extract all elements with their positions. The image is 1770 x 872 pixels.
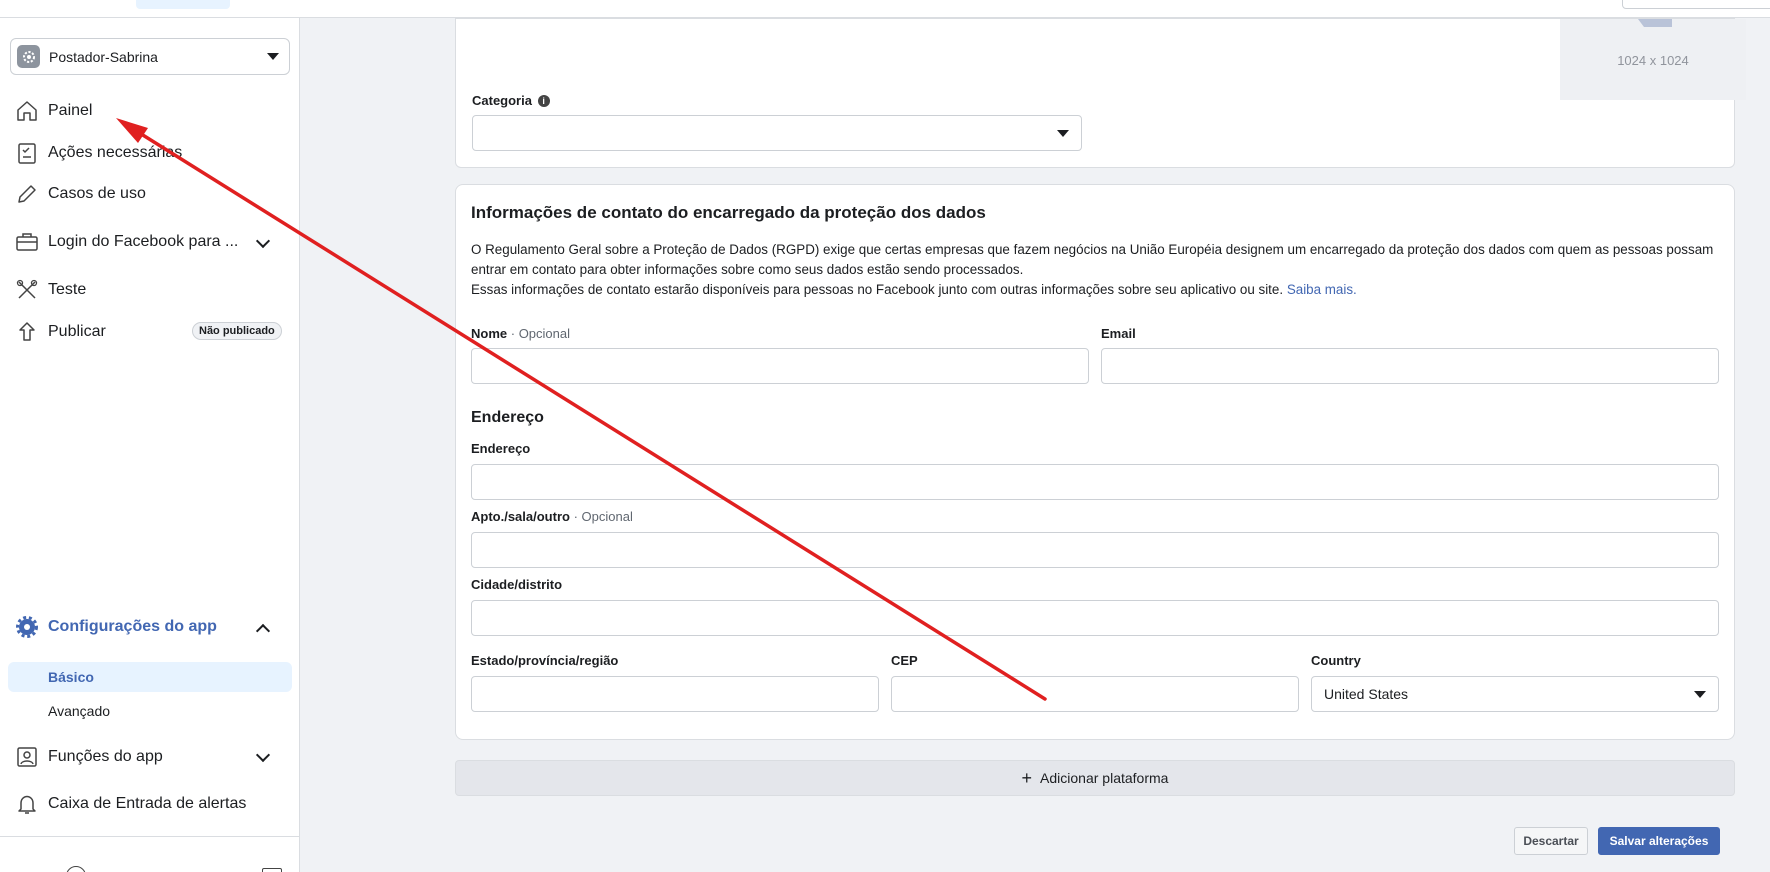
person-badge-icon <box>14 744 40 770</box>
section-description: O Regulamento Geral sobre a Proteção de … <box>471 242 1714 297</box>
app-icon-placeholder[interactable]: 1024 x 1024 <box>1560 19 1746 100</box>
gear-icon <box>14 614 40 640</box>
sidebar-item-label: Configurações do app <box>48 618 217 635</box>
dpo-panel: Informações de contato do encarregado da… <box>455 184 1735 740</box>
sidebar-item-label: Teste <box>48 281 87 298</box>
state-field[interactable] <box>471 676 879 712</box>
plus-icon: + <box>1021 768 1033 788</box>
top-bar <box>0 0 1770 18</box>
caret-down-icon <box>1694 690 1706 698</box>
sidebar-subitem-avancado[interactable]: Avançado <box>8 696 292 726</box>
caret-down-icon <box>267 53 279 60</box>
sidebar-item-label: Funções do app <box>48 748 163 765</box>
sidebar-item-label: Caixa de Entrada de alertas <box>48 795 247 812</box>
image-icon <box>1638 19 1672 27</box>
app-selector[interactable]: Postador-Sabrina <box>10 38 290 75</box>
sidebar-item-funcoes[interactable]: Funções do app <box>14 742 163 772</box>
email-label: Email <box>1101 326 1136 341</box>
sidebar-item-label: Login do Facebook para ... <box>48 233 239 250</box>
panel-toggle-icon[interactable] <box>262 868 282 872</box>
upload-icon <box>14 319 40 345</box>
top-search-input[interactable] <box>1622 0 1770 9</box>
address-heading: Endereço <box>471 409 544 426</box>
sidebar-item-publicar[interactable]: Publicar <box>14 317 106 347</box>
chevron-down-icon[interactable] <box>255 233 271 249</box>
top-tab[interactable] <box>136 0 230 9</box>
sidebar-subitem-basico[interactable]: Básico <box>8 662 292 692</box>
category-label: Categoria i <box>472 93 550 108</box>
country-label: Country <box>1311 653 1361 668</box>
name-label: Nome · Opcional <box>471 326 570 341</box>
sidebar-divider <box>0 836 300 837</box>
status-badge: Não publicado <box>192 322 282 340</box>
image-size-label: 1024 x 1024 <box>1617 53 1689 68</box>
add-platform-button[interactable]: + Adicionar plataforma <box>455 760 1735 796</box>
email-field[interactable] <box>1101 348 1719 384</box>
section-title: Informações de contato do encarregado da… <box>471 203 986 222</box>
discard-button[interactable]: Descartar <box>1514 827 1588 855</box>
pencil-icon <box>14 181 40 207</box>
app-gear-icon <box>17 45 40 68</box>
chevron-up-icon[interactable] <box>255 623 271 639</box>
home-icon <box>14 98 40 124</box>
sidebar-item-label: Publicar <box>48 323 106 340</box>
apt-field[interactable] <box>471 532 1719 568</box>
bell-icon <box>14 791 40 817</box>
sidebar-item-painel[interactable]: Painel <box>14 96 92 126</box>
address-field[interactable] <box>471 464 1719 500</box>
apt-label: Apto./sala/outro · Opcional <box>471 509 633 524</box>
sidebar-item-alertas[interactable]: Caixa de Entrada de alertas <box>14 789 246 819</box>
briefcase-icon <box>14 229 40 255</box>
city-label: Cidade/distrito <box>471 577 563 592</box>
sidebar-item-teste[interactable]: Teste <box>14 275 86 305</box>
zip-field[interactable] <box>891 676 1299 712</box>
sidebar-item-label: Casos de uso <box>48 185 146 202</box>
country-select[interactable]: United States <box>1311 676 1719 712</box>
learn-more-link[interactable]: Saiba mais. <box>1287 282 1357 297</box>
chevron-down-icon[interactable] <box>255 747 271 763</box>
caret-down-icon <box>1057 129 1069 137</box>
help-icon[interactable] <box>66 866 86 872</box>
category-select[interactable] <box>472 115 1082 151</box>
state-label: Estado/província/região <box>471 653 619 668</box>
sidebar-item-label: Painel <box>48 102 93 119</box>
sidebar-item-login[interactable]: Login do Facebook para ... <box>14 227 238 257</box>
city-field[interactable] <box>471 600 1719 636</box>
sidebar-item-casos[interactable]: Casos de uso <box>14 179 146 209</box>
zip-label: CEP <box>891 653 918 668</box>
basic-settings-panel: 1024 x 1024 Categoria i <box>455 18 1746 168</box>
sidebar-item-configuracoes[interactable]: Configurações do app <box>14 612 217 642</box>
sidebar: Postador-Sabrina Painel Ações necessária… <box>0 18 300 872</box>
tools-icon <box>14 277 40 303</box>
name-field[interactable] <box>471 348 1089 384</box>
sidebar-item-acoes[interactable]: Ações necessárias <box>14 138 182 168</box>
checklist-icon <box>14 140 40 166</box>
app-name: Postador-Sabrina <box>49 48 158 65</box>
info-icon[interactable]: i <box>537 95 550 107</box>
sidebar-item-label: Ações necessárias <box>48 144 183 161</box>
save-button[interactable]: Salvar alterações <box>1598 827 1720 855</box>
address-label: Endereço <box>471 441 531 456</box>
